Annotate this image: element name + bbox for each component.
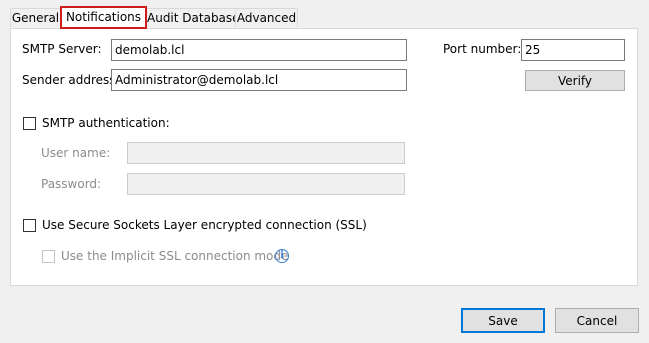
notifications-panel: SMTP Server: Port number: Sender address… [10, 28, 638, 286]
ssl-checkbox[interactable] [23, 219, 36, 232]
tab-audit-database[interactable]: Audit Database [146, 8, 240, 27]
username-label: User name: [41, 146, 111, 160]
password-input[interactable] [127, 173, 405, 195]
smtp-auth-checkbox[interactable] [23, 117, 36, 130]
sender-address-label: Sender address: [22, 73, 120, 87]
implicit-ssl-checkbox[interactable] [42, 250, 55, 263]
smtp-server-label: SMTP Server: [22, 42, 102, 56]
port-number-input[interactable] [521, 39, 625, 61]
verify-button[interactable]: Verify [525, 70, 625, 91]
tab-general[interactable]: General [10, 8, 61, 27]
tab-advanced[interactable]: Advanced [235, 8, 298, 27]
smtp-auth-label: SMTP authentication: [42, 116, 170, 130]
save-button[interactable]: Save [461, 308, 545, 333]
password-label: Password: [41, 177, 102, 191]
port-number-label: Port number: [443, 42, 522, 56]
smtp-server-input[interactable] [111, 39, 407, 61]
sender-address-input[interactable] [111, 69, 407, 91]
ssl-label: Use Secure Sockets Layer encrypted conne… [42, 218, 367, 232]
tab-notifications[interactable]: Notifications [60, 6, 147, 29]
username-input[interactable] [127, 142, 405, 164]
info-icon[interactable]: i [275, 249, 289, 263]
implicit-ssl-label: Use the Implicit SSL connection mode [61, 249, 289, 263]
cancel-button[interactable]: Cancel [555, 308, 639, 333]
